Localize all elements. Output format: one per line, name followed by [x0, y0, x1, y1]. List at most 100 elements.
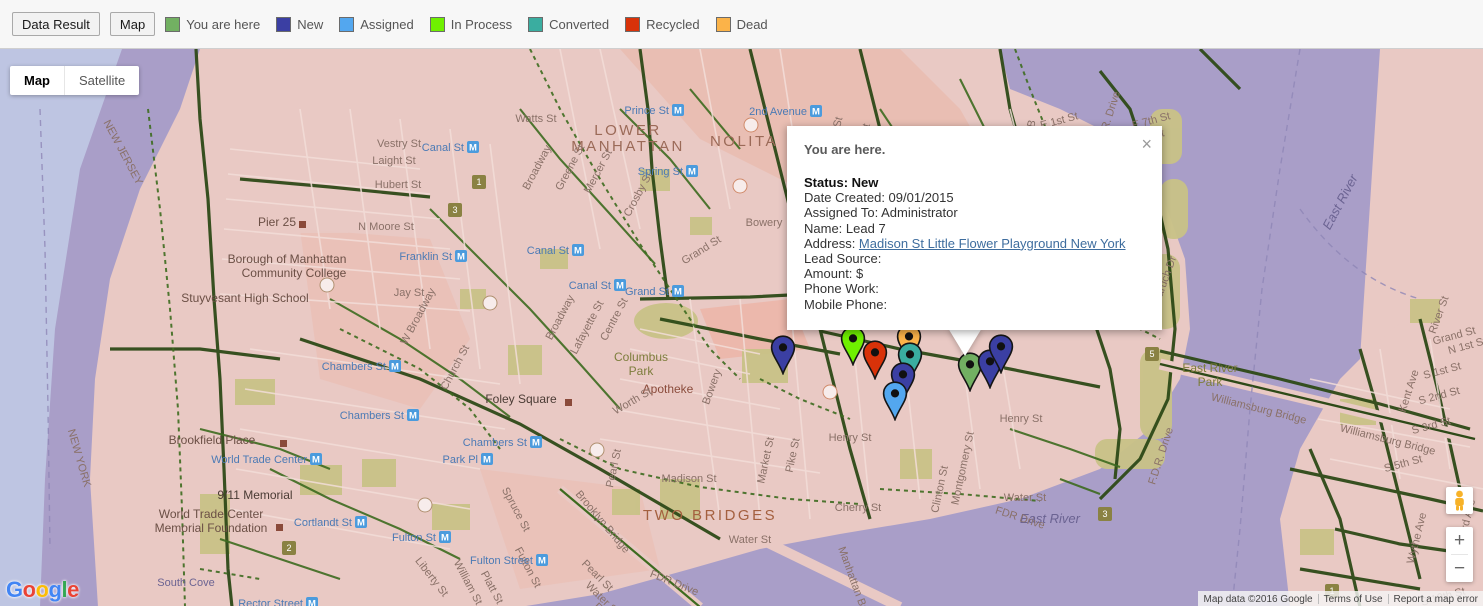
marker-recycled-1[interactable] [862, 340, 888, 380]
map-label-district: TWO BRIDGES [643, 507, 777, 524]
marker-new-4[interactable] [988, 334, 1014, 374]
map-label-transit: Spring St [638, 166, 683, 178]
transit-badge-letter: M [688, 167, 696, 178]
legend-item-you-are-here: You are here [165, 17, 260, 32]
legend-item-assigned: Assigned [339, 17, 413, 32]
google-logo: Google [6, 577, 79, 603]
map-label-transit: Chambers St [340, 410, 404, 422]
infowindow-row-label-3: Name: [804, 221, 846, 236]
transit-badge-letter: M [441, 533, 449, 544]
report-map-error-link[interactable]: Report a map error [1389, 594, 1483, 605]
transit-badge-letter: M [574, 246, 582, 257]
map-label-street: Water St [729, 534, 771, 546]
map-label-water: South Cove [157, 577, 214, 589]
infowindow-row-6: Amount: $ [804, 266, 1142, 281]
map-label-street: Hubert St [375, 179, 421, 191]
marker-new-1[interactable] [770, 335, 796, 375]
legend-item-recycled: Recycled [625, 17, 699, 32]
infowindow-row-8: Mobile Phone: [804, 297, 1142, 312]
transit-badge-letter: M [532, 438, 540, 449]
svg-text:5: 5 [1149, 349, 1154, 359]
legend-item-converted: Converted [528, 17, 609, 32]
google-map-canvas[interactable]: 1 3 2 3 5 1 [0, 48, 1483, 606]
map-button[interactable]: Map [110, 12, 155, 36]
map-label-place: Memorial Foundation [155, 521, 268, 535]
logo-letter-o1: o [23, 577, 36, 602]
zoom-control[interactable]: + − [1446, 527, 1473, 582]
street-view-pegman-icon[interactable] [1446, 487, 1473, 514]
map-label-transit: Chambers St [322, 361, 386, 373]
map-label-transit: Chambers St [463, 437, 527, 449]
legend-swatch-dead [716, 17, 731, 32]
map-label-transit: Park Pl [443, 454, 478, 466]
transit-badge-letter: M [483, 455, 491, 466]
infowindow-row-label-2: Assigned To: [804, 205, 881, 220]
map-label-transit: Canal St [569, 280, 611, 292]
pegman-glyph-icon [1451, 490, 1468, 511]
map-label-street: N Moore St [358, 221, 414, 233]
transit-badge-letter: M [357, 518, 365, 529]
transit-badge-letter: M [674, 106, 682, 117]
legend-swatch-assigned [339, 17, 354, 32]
map-type-satellite[interactable]: Satellite [64, 66, 139, 95]
map-data-copyright: Map data ©2016 Google [1198, 594, 1317, 605]
map-label-street: Jay St [394, 287, 425, 299]
map-label-place: Borough of Manhattan [228, 252, 347, 266]
terms-of-use-link[interactable]: Terms of Use [1319, 594, 1388, 605]
map-label-place: 9/11 Memorial [217, 488, 292, 502]
logo-letter-g1: G [6, 577, 23, 602]
map-label-street: Madison St [661, 473, 716, 485]
map-label-street: Watts St [515, 113, 556, 125]
infowindow-row-value-4[interactable]: Madison St Little Flower Playground New … [859, 236, 1126, 251]
legend-swatch-converted [528, 17, 543, 32]
legend-swatch-recycled [625, 17, 640, 32]
infowindow-row-label-0: Status: [804, 175, 852, 190]
transit-badge-letter: M [457, 252, 465, 263]
infowindow-row-value-6: $ [856, 266, 863, 281]
infowindow-detail-list: Status: NewDate Created: 09/01/2015Assig… [804, 175, 1142, 312]
logo-letter-g2: g [49, 577, 62, 602]
transit-badge-letter: M [391, 362, 399, 373]
map-label-transit: Prince St [624, 105, 669, 117]
map-label-street: Laight St [372, 155, 415, 167]
map-label-transit: Canal St [422, 142, 464, 154]
map-label-place: Brookfield Place [169, 433, 256, 447]
infowindow-row-value-2: Administrator [881, 205, 958, 220]
map-label-place: Park [629, 364, 655, 378]
map-type-control[interactable]: Map Satellite [10, 66, 139, 95]
map-label-place: East River [1182, 361, 1237, 375]
zoom-out-button[interactable]: − [1446, 555, 1473, 582]
infowindow-row-label-6: Amount: [804, 266, 856, 281]
logo-letter-o2: o [36, 577, 49, 602]
data-result-button[interactable]: Data Result [12, 12, 100, 36]
infowindow-row-0: Status: New [804, 175, 1142, 190]
map-label-transit: World Trade Center [211, 454, 307, 466]
legend-swatch-in-process [430, 17, 445, 32]
transit-badge-letter: M [308, 599, 316, 606]
infowindow: × You are here. Status: NewDate Created:… [787, 126, 1162, 330]
map-label-transit: Canal St [527, 245, 569, 257]
legend-label-you-are-here: You are here [186, 17, 260, 32]
infowindow-close-icon[interactable]: × [1141, 135, 1152, 153]
map-label-transit: Fulton Street [470, 555, 533, 567]
map-base-layer: 1 3 2 3 5 1 [0, 49, 1483, 606]
transit-badge-letter: M [812, 107, 820, 118]
map-label-transit: Cortlandt St [294, 517, 352, 529]
svg-text:1: 1 [476, 177, 481, 187]
map-type-map[interactable]: Map [10, 66, 64, 95]
transit-badge-letter: M [409, 411, 417, 422]
top-toolbar: Data Result Map You are here New Assigne… [0, 0, 1483, 48]
map-label-street: Henry St [829, 432, 872, 444]
map-label-place: Community College [242, 266, 347, 280]
infowindow-row-label-5: Lead Source: [804, 251, 881, 266]
infowindow-row-label-8: Mobile Phone: [804, 297, 887, 312]
marker-assigned-1[interactable] [882, 381, 908, 421]
zoom-in-button[interactable]: + [1446, 527, 1473, 554]
map-application: Data Result Map You are here New Assigne… [0, 0, 1483, 606]
infowindow-row-label-7: Phone Work: [804, 281, 879, 296]
map-label-transit: Rector Street [238, 598, 303, 606]
map-label-place: World Trade Center [159, 507, 264, 521]
map-label-transit: Grand St [625, 286, 669, 298]
map-label-street: Cherry St [835, 502, 881, 514]
map-label-street: Vestry St [377, 138, 421, 150]
